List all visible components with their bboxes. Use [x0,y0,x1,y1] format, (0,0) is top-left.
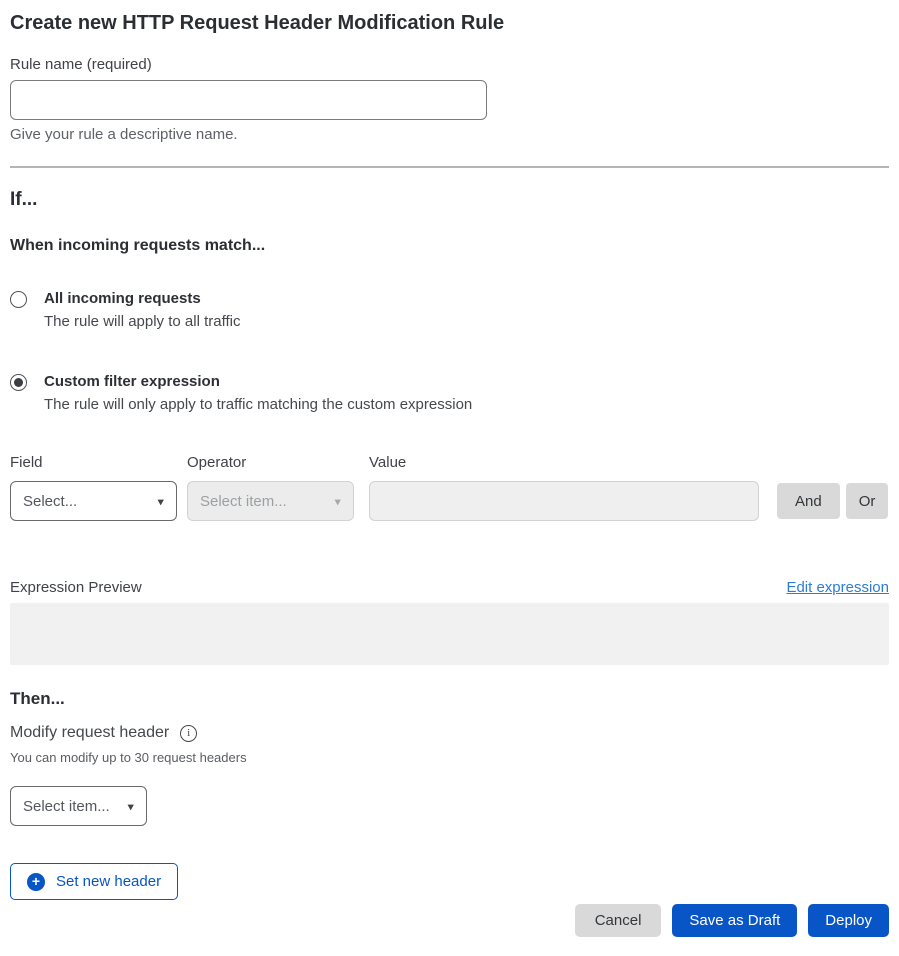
radio-option-label: Custom filter expression [44,373,472,391]
set-new-header-label: Set new header [56,873,161,890]
cancel-button[interactable]: Cancel [575,904,662,937]
radio-option-description: The rule will apply to all traffic [44,313,240,331]
chevron-down-icon: ▾ [157,495,164,507]
chevron-down-icon: ▾ [334,495,341,507]
expression-preview-box [10,603,889,665]
radio-option-text: All incoming requests The rule will appl… [44,290,240,331]
radio-option-all-requests[interactable]: All incoming requests The rule will appl… [10,290,889,331]
info-icon[interactable]: i [180,725,197,742]
operator-column: Operator Select item... ▾ [187,454,354,521]
operator-select-value: Select item... [200,493,287,510]
chevron-down-icon: ▾ [127,800,134,812]
modify-header-label: Modify request header [10,724,169,742]
save-as-draft-button[interactable]: Save as Draft [672,904,797,937]
value-input[interactable] [369,481,759,521]
rule-name-input[interactable] [10,80,487,120]
footer-actions: Cancel Save as Draft Deploy [10,904,889,937]
edit-expression-link[interactable]: Edit expression [786,578,889,597]
or-button[interactable]: Or [846,483,889,519]
radio-option-custom-expression[interactable]: Custom filter expression The rule will o… [10,373,889,414]
set-new-header-button[interactable]: + Set new header [10,863,178,900]
field-select[interactable]: Select... ▾ [10,481,177,521]
if-heading: If... [10,188,889,212]
header-action-select-value: Select item... [23,798,110,815]
modify-header-help: You can modify up to 30 request headers [10,750,889,765]
radio-selected-icon[interactable] [10,374,27,391]
modify-header-row: Modify request header i [10,724,889,742]
and-button[interactable]: And [777,483,840,519]
plus-icon: + [27,873,45,891]
value-column: Value [369,454,759,521]
then-heading: Then... [10,689,889,709]
rule-name-label: Rule name (required) [10,56,889,73]
match-subheading: When incoming requests match... [10,236,889,256]
operator-label: Operator [187,454,354,471]
expression-preview-label: Expression Preview [10,579,142,596]
rule-name-help: Give your rule a descriptive name. [10,126,889,143]
section-divider [10,166,889,168]
create-rule-form: Create new HTTP Request Header Modificat… [0,0,899,937]
page-title: Create new HTTP Request Header Modificat… [10,10,889,36]
expression-preview-row: Expression Preview Edit expression [10,578,889,597]
expression-builder-row: Field Select... ▾ Operator Select item..… [10,454,889,521]
radio-unselected-icon[interactable] [10,291,27,308]
header-action-select[interactable]: Select item... ▾ [10,786,147,826]
field-label: Field [10,454,177,471]
radio-option-description: The rule will only apply to traffic matc… [44,396,472,414]
radio-option-label: All incoming requests [44,290,240,308]
operator-select[interactable]: Select item... ▾ [187,481,354,521]
field-column: Field Select... ▾ [10,454,177,521]
radio-option-text: Custom filter expression The rule will o… [44,373,472,414]
value-label: Value [369,454,759,471]
deploy-button[interactable]: Deploy [808,904,889,937]
field-select-value: Select... [23,493,77,510]
and-or-group: And Or [777,483,888,519]
